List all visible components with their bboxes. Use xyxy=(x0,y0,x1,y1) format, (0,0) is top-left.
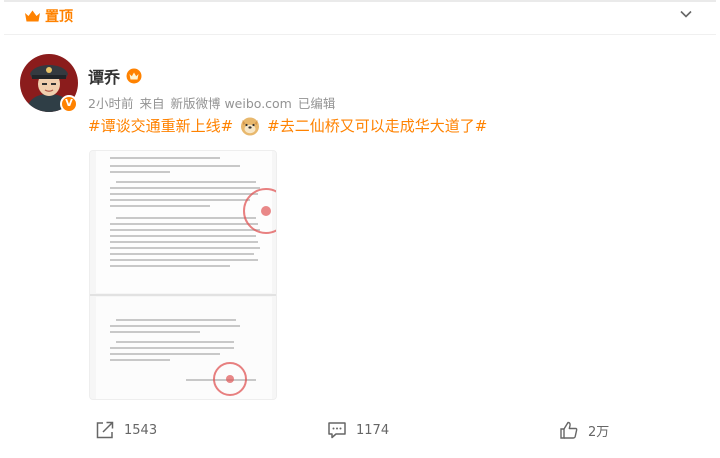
chevron-down-icon[interactable] xyxy=(678,6,694,22)
comment-count: 1174 xyxy=(356,422,390,438)
pinned-label: 置顶 xyxy=(45,9,73,25)
comment-button[interactable]: 1174 xyxy=(327,420,389,440)
share-icon xyxy=(96,421,114,439)
comment-icon xyxy=(328,422,346,439)
pinned-indicator: 置顶 xyxy=(24,6,73,26)
user-line: 谭乔 xyxy=(88,64,142,88)
source-prefix: 来自 xyxy=(139,96,165,111)
like-button[interactable]: 2万 xyxy=(559,420,609,440)
post-source: 新版微博 weibo.com xyxy=(170,96,292,111)
top-divider xyxy=(4,0,716,2)
header-divider xyxy=(4,34,716,35)
hashtag-link[interactable]: #谭谈交通重新上线# xyxy=(88,116,233,136)
edited-label: 已编辑 xyxy=(297,96,336,111)
forward-button[interactable]: 1543 xyxy=(95,420,157,440)
post-content: #谭谈交通重新上线# #去二仙桥又可以走成华大道了# xyxy=(88,116,487,136)
pin-crown-icon xyxy=(25,10,40,22)
post-time[interactable]: 2小时前 xyxy=(88,93,133,112)
action-bar: 1543 1174 2万 xyxy=(4,420,716,448)
doge-emoji-icon xyxy=(241,117,260,136)
forward-count: 1543 xyxy=(124,422,158,438)
post-image-thumbnail[interactable] xyxy=(89,150,277,400)
username[interactable]: 谭乔 xyxy=(88,64,120,88)
hashtag-link[interactable]: #去二仙桥又可以走成华大道了# xyxy=(267,116,487,136)
thumbs-up-icon xyxy=(560,421,578,439)
verified-badge: V xyxy=(60,95,78,113)
post-meta: 2小时前 来自 新版微博 weibo.com 已编辑 xyxy=(88,93,335,112)
like-count: 2万 xyxy=(588,424,610,440)
vip-crown-icon xyxy=(126,68,142,84)
weibo-post-card: 置顶 V 谭乔 2小时前 来自 新版微博 weibo.com 已编辑 #谭谈交通… xyxy=(4,0,716,458)
